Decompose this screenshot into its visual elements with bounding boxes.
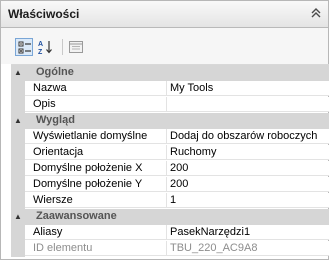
property-row[interactable]: Domyślne położenie Y 200 (11, 177, 329, 193)
property-row[interactable]: Opis (11, 97, 329, 113)
property-value[interactable]: Ruchomy (167, 145, 329, 160)
property-value[interactable]: Dodaj do obszarów roboczych (167, 129, 329, 144)
category-advanced[interactable]: ▲ Zaawansowane (11, 209, 329, 225)
property-value: TBU_220_AC9A8 (167, 241, 329, 256)
svg-text:Z: Z (38, 49, 43, 56)
property-name: Domyślne położenie X (25, 161, 167, 176)
property-name: Wyświetlanie domyślne (25, 129, 167, 144)
property-name: Aliasy (25, 225, 167, 240)
collapse-caret-icon[interactable]: ▲ (13, 67, 23, 79)
property-value[interactable]: PasekNarzędzi1 (167, 225, 329, 240)
property-row[interactable]: Domyślne położenie X 200 (11, 161, 329, 177)
property-name: Nazwa (25, 81, 167, 96)
collapse-caret-icon[interactable]: ▲ (13, 211, 23, 223)
categorized-view-button[interactable] (15, 38, 33, 56)
collapse-caret-icon[interactable]: ▲ (13, 115, 23, 127)
property-name: ID elementu (25, 241, 167, 256)
property-row[interactable]: Orientacja Ruchomy (11, 145, 329, 161)
property-row[interactable]: Aliasy PasekNarzędzi1 (11, 225, 329, 241)
property-value[interactable]: 200 (167, 177, 329, 192)
toolbar-separator (62, 39, 63, 55)
property-value[interactable]: My Tools (167, 81, 329, 96)
property-row[interactable]: Wiersze 1 (11, 193, 329, 209)
property-name: Orientacja (25, 145, 167, 160)
svg-text:A: A (38, 41, 43, 48)
panel-titlebar: Właściwości (1, 1, 328, 28)
property-value[interactable]: 200 (167, 161, 329, 176)
category-label: Wygląd (36, 114, 75, 126)
property-name: Wiersze (25, 193, 167, 208)
alphabetical-sort-button[interactable]: A Z (37, 38, 55, 56)
categorized-icon (18, 41, 31, 54)
property-grid: ▲ Ogólne Nazwa My Tools Opis ▲ Wygląd Wy… (11, 64, 329, 261)
category-label: Zaawansowane (36, 210, 117, 222)
property-name: Domyślne położenie Y (25, 177, 167, 192)
property-row[interactable]: Nazwa My Tools (11, 81, 329, 97)
property-pages-icon (69, 41, 83, 53)
property-row[interactable]: Wyświetlanie domyślne Dodaj do obszarów … (11, 129, 329, 145)
category-label: Ogólne (36, 66, 74, 78)
toolbar: A Z (1, 28, 328, 64)
double-chevron-up-icon[interactable] (309, 6, 323, 20)
sort-az-icon: A Z (38, 41, 52, 56)
property-pages-button[interactable] (67, 38, 85, 56)
panel-title: Właściwości (8, 7, 80, 21)
property-value[interactable]: 1 (167, 193, 329, 208)
properties-panel: Właściwości A Z ▲ Ogólne Nazwa My Tools … (0, 0, 329, 260)
property-value[interactable] (167, 97, 329, 112)
property-row: ID elementu TBU_220_AC9A8 (11, 241, 329, 257)
property-name: Opis (25, 97, 167, 112)
category-appearance[interactable]: ▲ Wygląd (11, 113, 329, 129)
category-general[interactable]: ▲ Ogólne (11, 65, 329, 81)
